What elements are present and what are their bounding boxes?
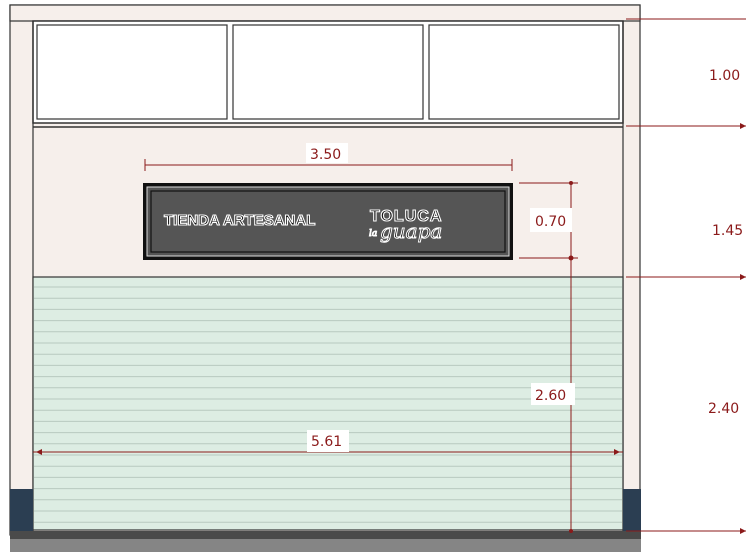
sign-brand-la: la: [369, 229, 377, 239]
dim-sign-height: 0.70: [535, 214, 566, 230]
dim-transom-height: 1.00: [709, 68, 740, 84]
top-beam: [9, 4, 641, 22]
sign-brand-guapa: guapa: [380, 219, 442, 243]
dim-shutter-height: 2.40: [708, 401, 739, 417]
left-base: [10, 489, 33, 531]
dim-sign-width: 3.50: [310, 147, 341, 163]
transom-window: [32, 20, 624, 124]
facade-elevation-drawing: TIENDA ARTESANAL TOLUCA la guapa 3.50 0.…: [0, 0, 746, 552]
right-base: [623, 489, 641, 531]
dim-opening-width: 5.61: [311, 434, 342, 450]
floor: [10, 539, 641, 552]
dim-sign-band-height: 1.45: [712, 223, 743, 239]
dim-sign-bottom-to-floor: 2.60: [535, 388, 566, 404]
floor-line: [10, 531, 641, 539]
sign-text-tienda-artesanal: TIENDA ARTESANAL: [164, 212, 315, 229]
store-sign: TIENDA ARTESANAL TOLUCA la guapa: [143, 183, 513, 260]
